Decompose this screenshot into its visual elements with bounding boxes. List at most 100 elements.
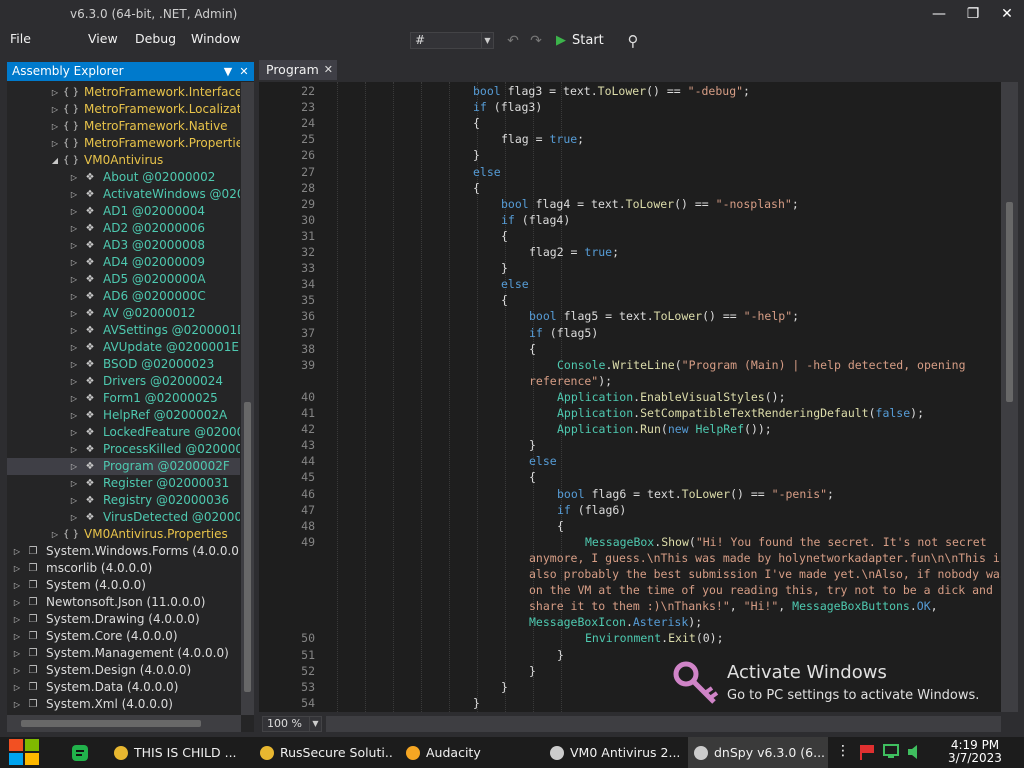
- tree-item[interactable]: ▷ ❖ AD1 @02000004: [7, 203, 240, 220]
- tree-item[interactable]: ▷ ❐ System.Drawing (4.0.0.0): [7, 611, 240, 628]
- expand-arrow-icon[interactable]: ▷: [69, 339, 79, 356]
- taskbar-item[interactable]: dnSpy v6.3.0 (6...: [688, 737, 828, 768]
- dropdown-icon[interactable]: ▼: [221, 62, 235, 81]
- chat-icon[interactable]: [72, 745, 88, 761]
- tree-item[interactable]: ▷ ❖ AV @02000012: [7, 305, 240, 322]
- taskbar-item[interactable]: Audacity: [400, 737, 536, 768]
- collapse-arrow-icon[interactable]: ◢: [50, 152, 60, 169]
- tree-item[interactable]: ▷ ❖ BSOD @02000023: [7, 356, 240, 373]
- code-editor[interactable]: 22 bool flag3 = text.ToLower() == "-debug…: [259, 82, 1001, 712]
- flag-icon[interactable]: [858, 744, 876, 760]
- expand-arrow-icon[interactable]: ▷: [50, 101, 60, 118]
- editor-vertical-scrollbar[interactable]: [1001, 82, 1018, 712]
- tree-item[interactable]: ▷ ❐ System.Core (4.0.0.0): [7, 628, 240, 645]
- expand-arrow-icon[interactable]: ▷: [12, 543, 22, 560]
- expand-arrow-icon[interactable]: ▷: [12, 577, 22, 594]
- editor-horizontal-scrollbar[interactable]: [326, 716, 1001, 732]
- expand-arrow-icon[interactable]: ▷: [69, 254, 79, 271]
- zoom-select[interactable]: 100 % ▼: [262, 716, 322, 732]
- tree-item[interactable]: ▷ ❖ LockedFeature @020000: [7, 424, 240, 441]
- expand-arrow-icon[interactable]: ▷: [69, 169, 79, 186]
- tree-item[interactable]: ▷ ❖ AD5 @0200000A: [7, 271, 240, 288]
- tree-item[interactable]: ▷ ❖ Drivers @02000024: [7, 373, 240, 390]
- expand-arrow-icon[interactable]: ▷: [12, 560, 22, 577]
- tree-item[interactable]: ▷ ❐ mscorlib (4.0.0.0): [7, 560, 240, 577]
- expand-arrow-icon[interactable]: ▷: [12, 662, 22, 679]
- expand-arrow-icon[interactable]: ▷: [69, 356, 79, 373]
- tree-item[interactable]: ▷ ❐ System.Windows.Forms (4.0.0.0): [7, 543, 240, 560]
- expand-arrow-icon[interactable]: ▷: [69, 390, 79, 407]
- tree-item[interactable]: ◢{ } VM0Antivirus: [7, 152, 240, 169]
- expand-arrow-icon[interactable]: ▷: [12, 628, 22, 645]
- tree-item[interactable]: ▷{ } VM0Antivirus.Properties: [7, 526, 240, 543]
- tab-program[interactable]: Program ✕: [259, 60, 337, 80]
- close-icon[interactable]: ✕: [992, 4, 1022, 24]
- tree-item[interactable]: ▷ ❖ Register @02000031: [7, 475, 240, 492]
- scroll-thumb[interactable]: [1006, 202, 1013, 402]
- tree-item[interactable]: ▷ ❖ Program @0200002F: [7, 458, 240, 475]
- expand-arrow-icon[interactable]: ▷: [69, 322, 79, 339]
- expand-arrow-icon[interactable]: ▷: [69, 475, 79, 492]
- expand-arrow-icon[interactable]: ▷: [50, 84, 60, 101]
- expand-arrow-icon[interactable]: ▷: [50, 118, 60, 135]
- expand-arrow-icon[interactable]: ▷: [69, 203, 79, 220]
- expand-arrow-icon[interactable]: ▷: [69, 407, 79, 424]
- taskbar-item[interactable]: THIS IS CHILD ...: [108, 737, 248, 768]
- expand-arrow-icon[interactable]: ▷: [12, 645, 22, 662]
- menu-window[interactable]: Window: [191, 31, 240, 46]
- expand-arrow-icon[interactable]: ▷: [12, 696, 22, 713]
- tree-item[interactable]: ▷ ❖ AVUpdate @0200001E: [7, 339, 240, 356]
- tree-item[interactable]: ▷ ❖ ProcessKilled @0200002: [7, 441, 240, 458]
- search-icon[interactable]: ⚲: [622, 30, 644, 52]
- expand-arrow-icon[interactable]: ▷: [69, 441, 79, 458]
- expand-arrow-icon[interactable]: ▷: [12, 611, 22, 628]
- expand-arrow-icon[interactable]: ▷: [69, 271, 79, 288]
- close-panel-icon[interactable]: ✕: [237, 62, 251, 81]
- close-icon[interactable]: ✕: [324, 60, 333, 80]
- tree-item[interactable]: ▷{ } MetroFramework.Localization: [7, 101, 240, 118]
- tree-item[interactable]: ▷ ❖ AD3 @02000008: [7, 237, 240, 254]
- redo-icon[interactable]: ↷: [526, 31, 546, 51]
- menu-debug[interactable]: Debug: [135, 31, 176, 46]
- tree-item[interactable]: ▷ ❖ VirusDetected @020000: [7, 509, 240, 526]
- scroll-thumb[interactable]: [244, 402, 251, 692]
- expand-arrow-icon[interactable]: ▷: [50, 135, 60, 152]
- taskbar-item[interactable]: VM0 Antivirus 2...: [544, 737, 682, 768]
- restore-icon[interactable]: ❐: [958, 4, 988, 24]
- search-combo[interactable]: # ▼: [410, 32, 494, 49]
- tree-item[interactable]: ▷ ❐ System.Data (4.0.0.0): [7, 679, 240, 696]
- tree-item[interactable]: ▷ ❖ ActivateWindows @02000: [7, 186, 240, 203]
- tree-item[interactable]: ▷ ❐ System (4.0.0.0): [7, 577, 240, 594]
- tree-item[interactable]: ▷{ } MetroFramework.Properties: [7, 135, 240, 152]
- expand-arrow-icon[interactable]: ▷: [69, 305, 79, 322]
- minimize-icon[interactable]: —: [924, 4, 954, 24]
- chevron-down-icon[interactable]: ▼: [309, 717, 321, 731]
- tree-item[interactable]: ▷ ❖ About @02000002: [7, 169, 240, 186]
- menu-file[interactable]: File: [10, 31, 31, 46]
- tree-item[interactable]: ▷ ❖ AD2 @02000006: [7, 220, 240, 237]
- tree-item[interactable]: ▷ ❖ HelpRef @0200002A: [7, 407, 240, 424]
- tree-item[interactable]: ▷ ❖ AVSettings @0200001D: [7, 322, 240, 339]
- tree-item[interactable]: ▷{ } MetroFramework.Native: [7, 118, 240, 135]
- expand-arrow-icon[interactable]: ▷: [69, 424, 79, 441]
- taskbar-item[interactable]: RusSecure Soluti...: [254, 737, 394, 768]
- tree-item[interactable]: ▷ ❖ Registry @02000036: [7, 492, 240, 509]
- expand-arrow-icon[interactable]: ▷: [69, 186, 79, 203]
- more-icon[interactable]: ⋮: [836, 743, 850, 759]
- scroll-thumb[interactable]: [21, 720, 201, 727]
- tree-item[interactable]: ▷ ❐ Newtonsoft.Json (11.0.0.0): [7, 594, 240, 611]
- expand-arrow-icon[interactable]: ▷: [69, 492, 79, 509]
- windows-start-icon[interactable]: [9, 739, 41, 767]
- tree-item[interactable]: ▷ ❐ System.Design (4.0.0.0): [7, 662, 240, 679]
- expand-arrow-icon[interactable]: ▷: [69, 458, 79, 475]
- expand-arrow-icon[interactable]: ▷: [69, 509, 79, 526]
- undo-icon[interactable]: ↶: [503, 31, 523, 51]
- tree-item[interactable]: ▷ ❖ AD6 @0200000C: [7, 288, 240, 305]
- expand-arrow-icon[interactable]: ▷: [50, 526, 60, 543]
- expand-arrow-icon[interactable]: ▷: [69, 373, 79, 390]
- menu-view[interactable]: View: [88, 31, 118, 46]
- system-clock[interactable]: 4:19 PM 3/7/2023: [930, 739, 1020, 765]
- start-button[interactable]: ▶ Start: [556, 30, 604, 52]
- tree-vertical-scrollbar[interactable]: [241, 82, 254, 715]
- chevron-down-icon[interactable]: ▼: [481, 33, 493, 48]
